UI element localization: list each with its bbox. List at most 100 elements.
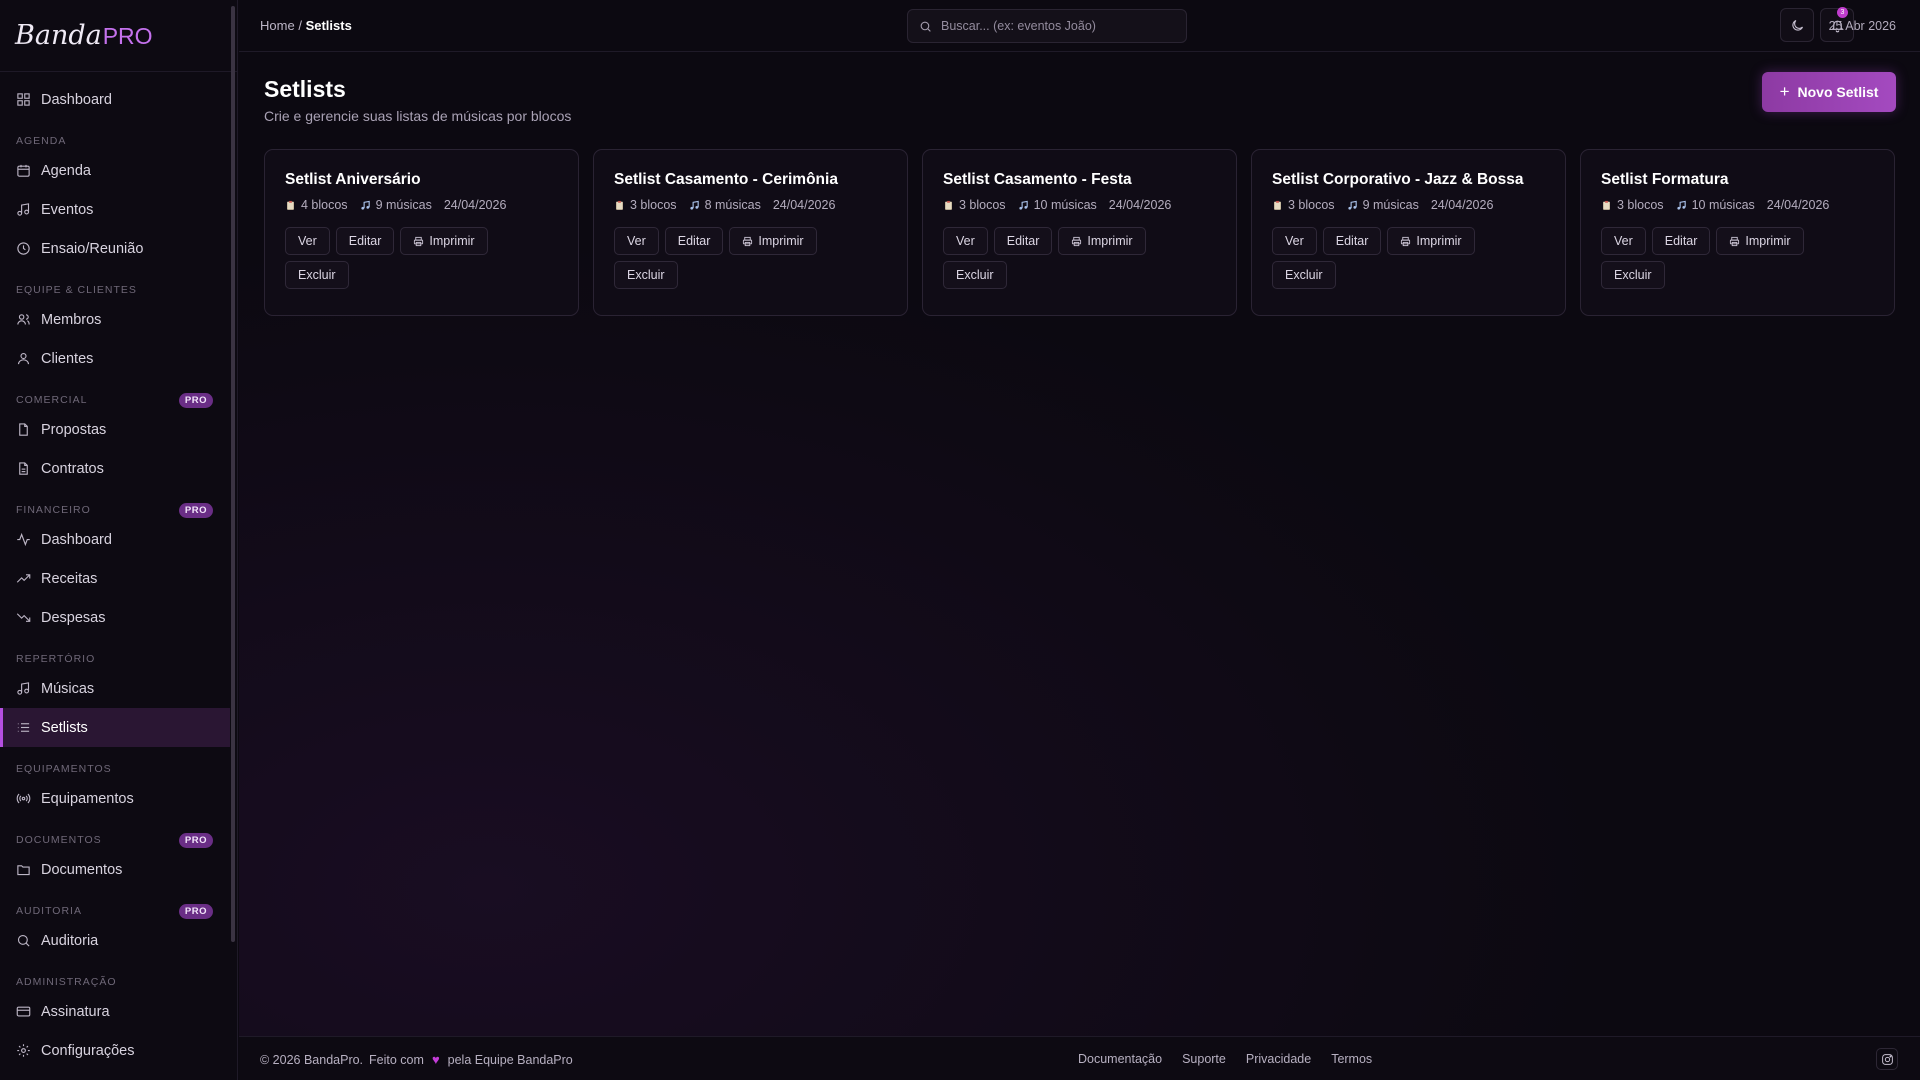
footer-link-documentacao[interactable]: Documentação bbox=[1078, 1052, 1162, 1066]
footer-made-with: Feito com bbox=[369, 1052, 424, 1067]
nav-group-administracao: ADMINISTRAÇÃO bbox=[0, 972, 230, 992]
sidebar-item-propostas[interactable]: Propostas bbox=[0, 410, 230, 449]
view-button[interactable]: Ver bbox=[1272, 227, 1317, 255]
sidebar-item-ensaio-reuniao[interactable]: Ensaio/Reunião bbox=[0, 229, 230, 268]
nav-group-agenda: AGENDA bbox=[0, 131, 230, 151]
file-icon bbox=[19, 423, 28, 436]
view-button[interactable]: Ver bbox=[943, 227, 988, 255]
music-note-icon bbox=[360, 200, 370, 210]
sidebar-item-dashboard[interactable]: Dashboard bbox=[0, 80, 230, 119]
view-button[interactable]: Ver bbox=[285, 227, 330, 255]
setlist-card: Setlist Casamento - Festa 3 blocos 10 mú… bbox=[922, 149, 1237, 316]
bandapro-logo[interactable]: BandaPRO bbox=[0, 0, 237, 72]
footer: © 2026 BandaPro. Feito com ♥ pela Equipe… bbox=[239, 1036, 1920, 1080]
setlist-meta: 3 blocos 8 músicas 24/04/2026 bbox=[614, 198, 887, 212]
setlist-title: Setlist Corporativo - Jazz & Bossa bbox=[1272, 171, 1524, 188]
sidebar-item-label: Dashboard bbox=[41, 91, 112, 108]
moon-icon bbox=[1791, 19, 1803, 31]
setlist-blocks: 3 blocos bbox=[1272, 198, 1335, 212]
setlist-card: Setlist Casamento - Cerimônia 3 blocos 8… bbox=[593, 149, 908, 316]
sidebar-item-membros[interactable]: Membros bbox=[0, 300, 230, 339]
credit-card-icon bbox=[16, 1006, 31, 1017]
main-content: Setlists Crie e gerencie suas listas de … bbox=[239, 53, 1920, 1036]
setlist-actions: Ver Editar Imprimir Excluir bbox=[1272, 227, 1502, 289]
footer-link-privacidade[interactable]: Privacidade bbox=[1246, 1052, 1311, 1066]
blocks-count: 3 blocos bbox=[630, 198, 677, 212]
blocks-count: 3 blocos bbox=[1288, 198, 1335, 212]
sidebar-item-setlists[interactable]: Setlists bbox=[0, 708, 230, 747]
footer-link-termos[interactable]: Termos bbox=[1331, 1052, 1372, 1066]
edit-button[interactable]: Editar bbox=[993, 227, 1053, 255]
delete-button[interactable]: Excluir bbox=[943, 261, 1007, 289]
sidebar-item-equipamentos[interactable]: Equipamentos bbox=[0, 779, 230, 818]
sidebar-item-clientes[interactable]: Clientes bbox=[0, 339, 230, 378]
edit-button[interactable]: Editar bbox=[664, 227, 724, 255]
search-input[interactable]: Buscar... (ex: eventos João) bbox=[907, 9, 1187, 43]
sidebar-item-label: Setlists bbox=[41, 719, 88, 736]
delete-button[interactable]: Excluir bbox=[1601, 261, 1665, 289]
search-placeholder: Buscar... (ex: eventos João) bbox=[941, 19, 1096, 33]
print-button[interactable]: Imprimir bbox=[400, 227, 488, 255]
pro-badge: PRO bbox=[178, 503, 213, 518]
songs-count: 10 músicas bbox=[1033, 198, 1097, 212]
sidebar-item-label: Despesas bbox=[41, 609, 106, 626]
print-button[interactable]: Imprimir bbox=[729, 227, 817, 255]
pro-badge: PRO bbox=[178, 833, 213, 848]
blocks-count: 4 blocos bbox=[301, 198, 348, 212]
setlist-date: 24/04/2026 bbox=[443, 198, 507, 212]
sidebar-item-auditoria[interactable]: Auditoria bbox=[0, 921, 230, 960]
breadcrumb-home[interactable]: Home bbox=[260, 18, 295, 33]
view-button[interactable]: Ver bbox=[614, 227, 659, 255]
delete-button[interactable]: Excluir bbox=[1272, 261, 1336, 289]
edit-button[interactable]: Editar bbox=[1322, 227, 1382, 255]
delete-button[interactable]: Excluir bbox=[285, 261, 349, 289]
edit-button[interactable]: Editar bbox=[335, 227, 395, 255]
instagram-button[interactable] bbox=[1876, 1048, 1898, 1070]
current-date: 25 Abr 2026 bbox=[1828, 19, 1896, 33]
theme-toggle-button[interactable] bbox=[1780, 8, 1814, 42]
file-text-icon bbox=[19, 462, 28, 475]
sidebar-item-dashboard[interactable]: Dashboard bbox=[0, 520, 230, 559]
sidebar-item-musicas[interactable]: Músicas bbox=[0, 669, 230, 708]
calendar-icon bbox=[17, 164, 30, 177]
page-subtitle: Crie e gerencie suas listas de músicas p… bbox=[264, 108, 572, 124]
nav-group-label: EQUIPAMENTOS bbox=[16, 763, 112, 775]
edit-button[interactable]: Editar bbox=[1651, 227, 1711, 255]
sidebar-item-label: Contratos bbox=[41, 460, 104, 477]
delete-button[interactable]: Excluir bbox=[614, 261, 678, 289]
nav-group-label: ADMINISTRAÇÃO bbox=[16, 976, 117, 988]
setlist-actions: Ver Editar Imprimir Excluir bbox=[1601, 227, 1831, 289]
print-button[interactable]: Imprimir bbox=[1716, 227, 1804, 255]
sidebar-item-label: Ensaio/Reunião bbox=[41, 240, 144, 257]
sidebar-item-configuracoes[interactable]: Configurações bbox=[0, 1031, 230, 1070]
nav-group-label: REPERTÓRIO bbox=[16, 653, 96, 665]
footer-link-suporte[interactable]: Suporte bbox=[1182, 1052, 1226, 1066]
setlist-title: Setlist Casamento - Festa bbox=[943, 171, 1132, 188]
sidebar-item-eventos[interactable]: Eventos bbox=[0, 190, 230, 229]
sidebar-item-assinatura[interactable]: Assinatura bbox=[0, 992, 230, 1031]
setlist-blocks: 4 blocos bbox=[285, 198, 348, 212]
trending-up-icon bbox=[16, 574, 31, 583]
nav-group-label: AUDITORIA bbox=[16, 905, 82, 917]
sidebar: BandaPRO Dashboard AGENDA Agenda Eventos Ens… bbox=[0, 0, 238, 1080]
view-button[interactable]: Ver bbox=[1601, 227, 1646, 255]
page-title: Setlists bbox=[264, 76, 346, 102]
music-note-icon bbox=[1018, 200, 1028, 210]
sidebar-item-despesas[interactable]: Despesas bbox=[0, 598, 230, 637]
sidebar-scrollbar[interactable] bbox=[231, 6, 235, 942]
sidebar-item-agenda[interactable]: Agenda bbox=[0, 151, 230, 190]
print-button[interactable]: Imprimir bbox=[1387, 227, 1475, 255]
sidebar-item-contratos[interactable]: Contratos bbox=[0, 449, 230, 488]
print-button[interactable]: Imprimir bbox=[1058, 227, 1146, 255]
songs-count: 9 músicas bbox=[375, 198, 432, 212]
setlist-card: Setlist Corporativo - Jazz & Bossa 3 blo… bbox=[1251, 149, 1566, 316]
sidebar-item-receitas[interactable]: Receitas bbox=[0, 559, 230, 598]
setlist-meta: 3 blocos 10 músicas 24/04/2026 bbox=[943, 198, 1216, 212]
logo-text: BandaPRO bbox=[15, 20, 153, 51]
sidebar-item-documentos[interactable]: Documentos bbox=[0, 850, 230, 889]
pro-badge: PRO bbox=[178, 904, 213, 919]
new-setlist-button[interactable]: + Novo Setlist bbox=[1762, 72, 1896, 112]
clock-icon bbox=[17, 242, 30, 255]
print-label: Imprimir bbox=[429, 234, 475, 248]
nav-group-documentos: DOCUMENTOS PRO bbox=[0, 830, 230, 850]
